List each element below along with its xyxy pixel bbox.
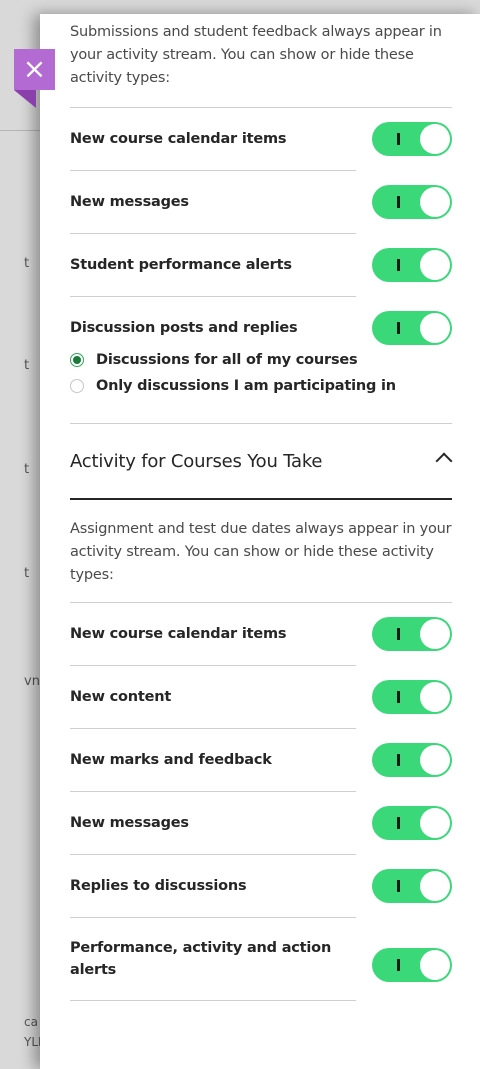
radio-button[interactable] <box>70 379 84 393</box>
toggle-on-icon <box>397 959 400 971</box>
toggle-knob <box>420 745 450 775</box>
toggle-switch[interactable] <box>372 869 452 903</box>
setting-row: Replies to discussions <box>70 855 452 917</box>
background-text: t <box>24 462 30 477</box>
setting-row: New course calendar items <box>70 603 452 665</box>
section-header-courses-you-take[interactable]: Activity for Courses You Take <box>70 424 453 500</box>
toggle-switch[interactable] <box>372 185 452 219</box>
toggle-on-icon <box>397 754 400 766</box>
setting-row: Student performance alerts <box>70 234 452 296</box>
toggle-on-icon <box>397 259 400 271</box>
toggle-on-icon <box>397 691 400 703</box>
setting-row: New course calendar items <box>70 108 452 170</box>
setting-row: Discussion posts and replies <box>70 297 452 359</box>
setting-label: Performance, activity and action alerts <box>70 940 332 978</box>
setting-label: New messages <box>70 815 189 831</box>
section-title: Activity for Courses You Take <box>70 450 323 472</box>
setting-label: Replies to discussions <box>70 878 247 894</box>
toggle-knob <box>420 250 450 280</box>
setting-row: New content <box>70 666 452 728</box>
setting-label: New messages <box>70 194 189 210</box>
background-top <box>0 0 480 14</box>
background-divider <box>0 130 40 131</box>
setting-row: New marks and feedback <box>70 729 452 791</box>
toggle-on-icon <box>397 133 400 145</box>
toggle-switch[interactable] <box>372 948 452 982</box>
toggle-switch[interactable] <box>372 680 452 714</box>
toggle-on-icon <box>397 880 400 892</box>
background-text: vni <box>24 674 40 689</box>
close-tab-fold <box>14 90 36 108</box>
toggle-knob <box>420 682 450 712</box>
setting-label: New marks and feedback <box>70 752 272 768</box>
background-footer-line: ca A <box>24 1015 40 1029</box>
toggle-switch[interactable] <box>372 617 452 651</box>
background-text: t <box>24 358 30 373</box>
toggle-knob <box>420 808 450 838</box>
background-text: t <box>24 256 30 271</box>
toggle-knob <box>420 313 450 343</box>
toggle-on-icon <box>397 628 400 640</box>
radio-label: Only discussions I am participating in <box>96 378 396 394</box>
radio-button[interactable] <box>70 353 84 367</box>
setting-label: New course calendar items <box>70 131 287 147</box>
toggle-switch[interactable] <box>372 122 452 156</box>
toggle-switch[interactable] <box>372 743 452 777</box>
activity-settings-panel: Submissions and student feedback always … <box>40 14 480 1069</box>
panel-content: Submissions and student feedback always … <box>70 14 453 1001</box>
toggle-switch[interactable] <box>372 806 452 840</box>
close-icon: × <box>22 52 47 85</box>
toggle-knob <box>420 619 450 649</box>
toggle-switch[interactable] <box>372 248 452 282</box>
background-text: t <box>24 566 30 581</box>
setting-label: New content <box>70 689 172 705</box>
close-button[interactable]: × <box>14 49 55 90</box>
setting-label: Discussion posts and replies <box>70 320 298 336</box>
setting-label: Student performance alerts <box>70 257 292 273</box>
take-intro-text: Assignment and test due dates always app… <box>70 521 452 583</box>
toggle-on-icon <box>397 817 400 829</box>
background-page: t t t t vni ca A YLLA <box>0 0 40 1069</box>
divider <box>70 1000 356 1001</box>
toggle-on-icon <box>397 196 400 208</box>
teach-intro-text: Submissions and student feedback always … <box>70 24 442 86</box>
background-footer: ca A YLLA <box>24 1012 40 1052</box>
toggle-knob <box>420 124 450 154</box>
toggle-on-icon <box>397 322 400 334</box>
toggle-knob <box>420 187 450 217</box>
setting-row: New messages <box>70 792 452 854</box>
background-footer-line: YLLA <box>24 1035 40 1049</box>
radio-option-participating[interactable]: Only discussions I am participating in <box>70 373 452 399</box>
chevron-up-icon[interactable] <box>435 452 453 470</box>
setting-row: Performance, activity and action alerts <box>70 918 452 1000</box>
setting-row: New messages <box>70 171 452 233</box>
toggle-knob <box>420 950 450 980</box>
setting-label: New course calendar items <box>70 626 287 642</box>
toggle-switch[interactable] <box>372 311 452 345</box>
toggle-knob <box>420 871 450 901</box>
